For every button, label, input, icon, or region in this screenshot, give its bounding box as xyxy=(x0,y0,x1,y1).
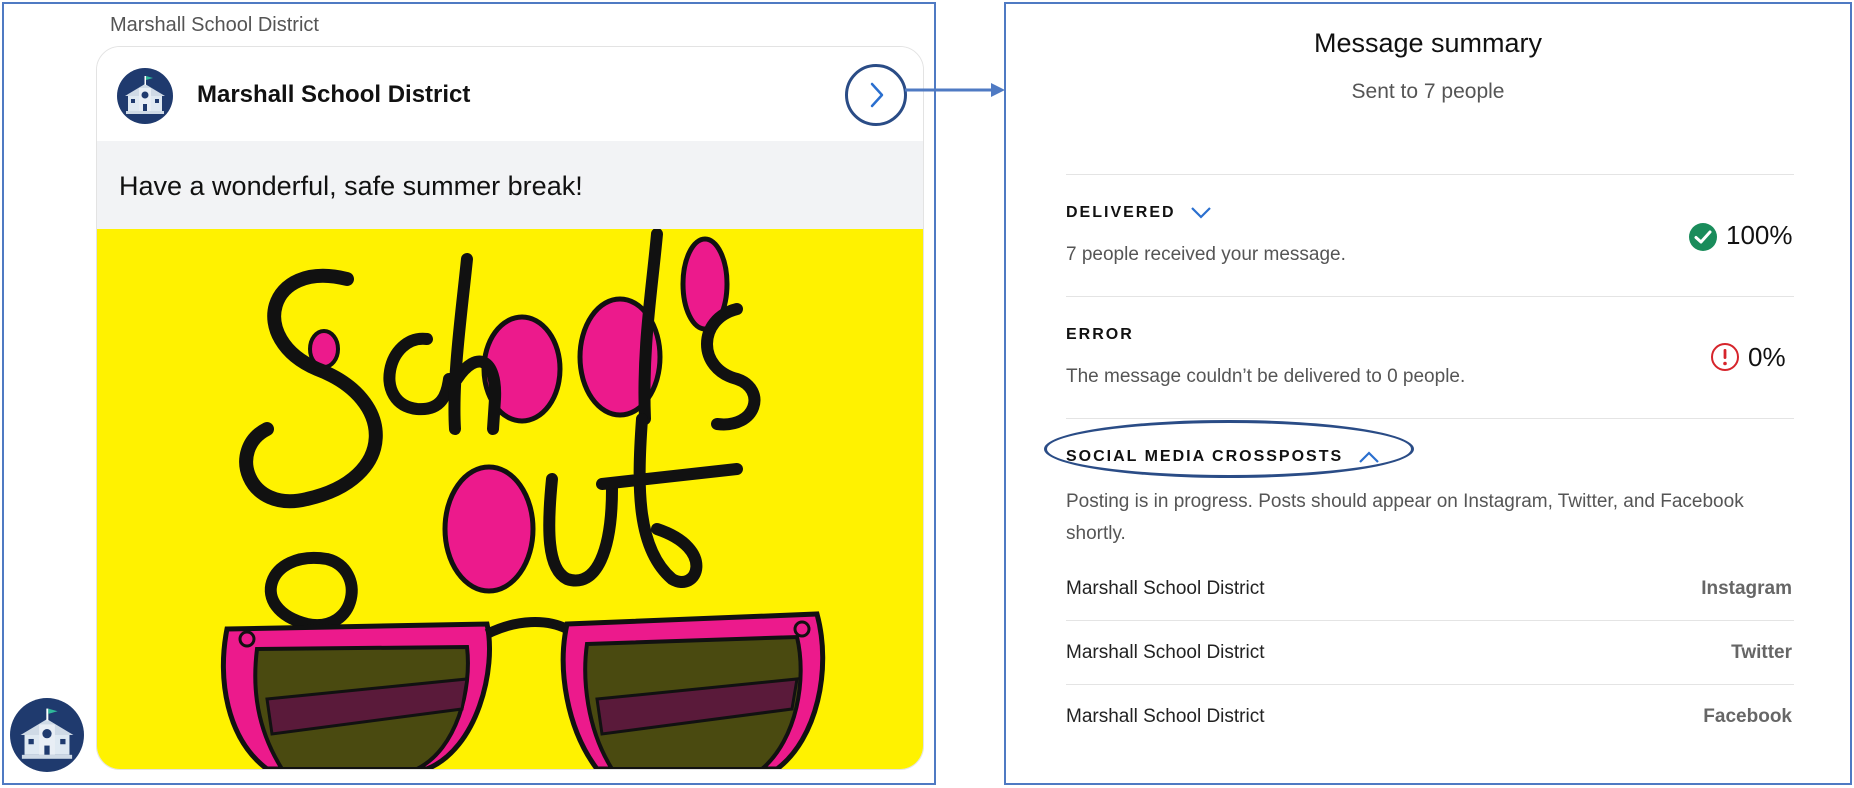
crosspost-account-name: Marshall School District xyxy=(1066,706,1265,727)
crossposts-label: SOCIAL MEDIA CROSSPOSTS xyxy=(1066,448,1344,465)
error-description: The message couldn’t be delivered to 0 p… xyxy=(1066,366,1466,387)
chevron-down-icon xyxy=(1191,206,1211,219)
crossposts-description-line1: Posting is in progress. Posts should app… xyxy=(1066,491,1744,512)
delivered-toggle[interactable]: DELIVERED xyxy=(1066,204,1212,222)
divider xyxy=(1066,684,1794,685)
message-preview-panel: Marshall School District Marshall School… xyxy=(2,2,936,785)
open-summary-button[interactable] xyxy=(845,64,907,126)
crosspost-account-name: Marshall School District xyxy=(1066,642,1265,663)
summary-title: Message summary xyxy=(1313,28,1543,58)
delivered-label: DELIVERED xyxy=(1066,204,1176,221)
crossposts-toggle[interactable]: SOCIAL MEDIA CROSSPOSTS xyxy=(1066,448,1380,466)
crosspost-platform: Twitter xyxy=(1731,642,1792,663)
crosspost-account-name: Marshall School District xyxy=(1066,578,1265,599)
divider xyxy=(1066,620,1794,621)
message-body: Have a wonderful, safe summer break! xyxy=(97,141,923,229)
card-header: Marshall School District xyxy=(97,47,923,141)
message-text: Have a wonderful, safe summer break! xyxy=(119,171,583,201)
check-circle-icon xyxy=(1689,223,1717,251)
district-avatar-bottom xyxy=(10,698,84,772)
delivered-percent: 100% xyxy=(1726,220,1793,250)
delivered-description: 7 people received your message. xyxy=(1066,244,1346,265)
chevron-up-icon xyxy=(1358,451,1379,463)
error-label: ERROR xyxy=(1066,326,1134,343)
crossposts-description-line2: shortly. xyxy=(1066,523,1126,544)
error-percent: 0% xyxy=(1748,342,1786,372)
chevron-right-icon xyxy=(870,82,884,108)
message-summary-panel: Message summary Sent to 7 people DELIVER… xyxy=(1004,2,1852,785)
connector-arrow-icon xyxy=(905,83,1005,97)
alert-circle-icon xyxy=(1711,343,1739,371)
message-card: Marshall School District Have a wonderfu… xyxy=(96,46,924,770)
district-avatar xyxy=(117,68,173,124)
divider xyxy=(1066,418,1794,419)
sender-name: Marshall School District xyxy=(197,81,471,108)
crosspost-platform: Facebook xyxy=(1703,706,1792,727)
crossposts-description: Posting is in progress. Posts should app… xyxy=(1066,486,1744,550)
schools-out-image xyxy=(97,228,923,769)
feed-label: Marshall School District xyxy=(110,14,319,36)
summary-subtitle: Sent to 7 people xyxy=(1351,80,1505,103)
divider xyxy=(1066,174,1794,175)
crosspost-platform: Instagram xyxy=(1701,578,1792,599)
divider xyxy=(1066,296,1794,297)
